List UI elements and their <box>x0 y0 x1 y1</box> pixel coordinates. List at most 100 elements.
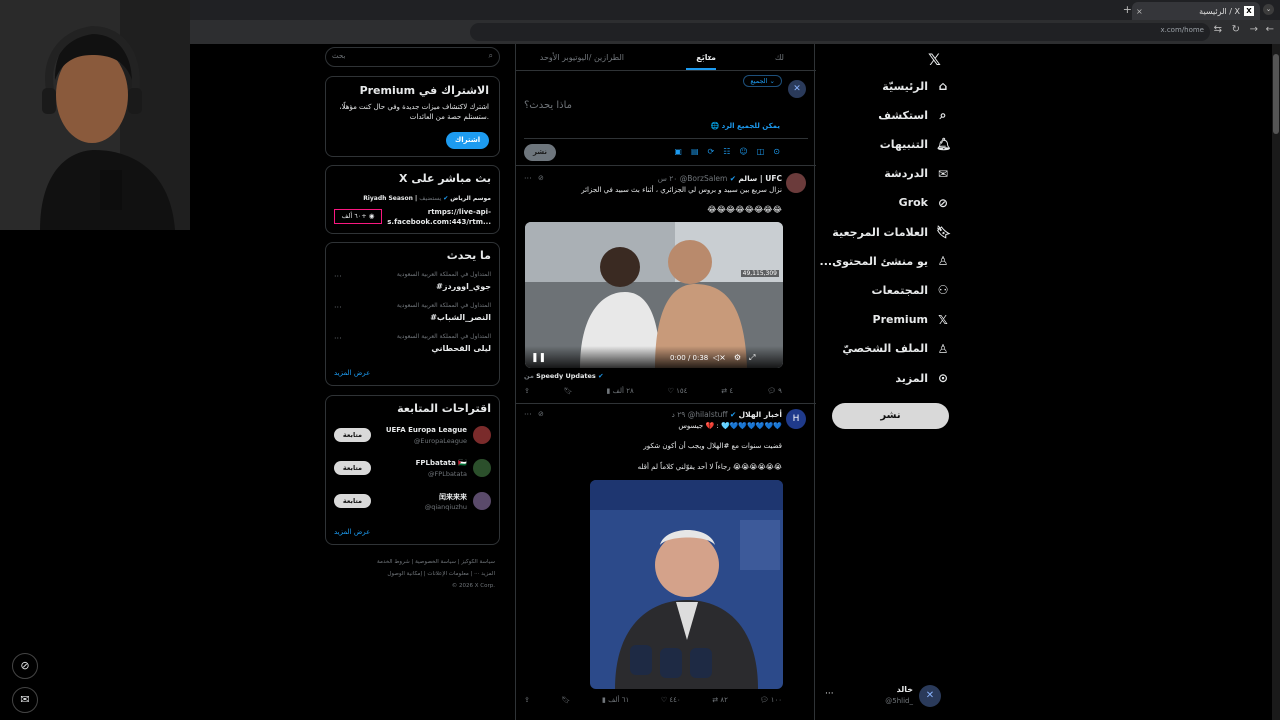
footer-link[interactable]: شروط الخدمة <box>377 559 410 565</box>
trend-more-icon[interactable]: ··· <box>334 272 342 281</box>
nav-item-bookmark[interactable]: العلامات المرجعية 🔖︎ <box>832 225 951 239</box>
compose-input[interactable]: ماذا يحدث؟ <box>524 100 572 111</box>
account-switcher[interactable]: ✕ خالد @5hlid_ ··· <box>825 683 947 711</box>
chevron-down-icon[interactable]: ⌄ <box>706 51 713 60</box>
x-logo-icon[interactable]: 𝕏 <box>928 50 941 69</box>
tweet-handle[interactable]: @hilalstuff <box>688 410 728 419</box>
follow-name[interactable]: FPLbatata 🇵🇸 <box>416 459 467 467</box>
like-button[interactable]: ♡ ١٥٤ <box>668 387 688 395</box>
repost-button[interactable]: ⇄ ٤ <box>721 387 733 395</box>
video-source[interactable]: من Speedy Updates ✔ <box>524 372 604 380</box>
tab-search-icon[interactable]: ⌄ <box>1263 4 1274 15</box>
pause-icon[interactable]: ❚❚ <box>531 353 546 363</box>
search-box[interactable]: ⌕ بحث <box>325 47 500 67</box>
site-settings-icon[interactable]: ⇆ <box>1214 24 1222 35</box>
follow-name[interactable]: UEFA Europa League <box>386 426 467 434</box>
follow-button[interactable]: متابعة <box>334 494 371 508</box>
nav-item-grok[interactable]: Grok ⊘ <box>899 196 950 210</box>
trends-show-more[interactable]: عرض المزيد <box>334 369 370 377</box>
gif-icon[interactable]: ▤ <box>691 147 699 156</box>
poll-icon[interactable]: ☷ <box>723 147 730 156</box>
footer-link[interactable]: سياسة الكوكيز <box>461 559 495 565</box>
scrollbar[interactable] <box>1272 44 1280 720</box>
tweet-video[interactable]: 49,115,309 ❚❚ 0:00 / 0:38 ◁× ⚙ ⤢ <box>525 222 783 368</box>
footer-link[interactable]: سياسة الخصوصية <box>415 559 456 565</box>
live-link[interactable]: rtmps://live-api-s.facebook.com:443/rtm.… <box>387 207 491 227</box>
trend-name[interactable]: #جوي_اووردز <box>436 282 491 291</box>
tweet-avatar[interactable]: H <box>786 409 806 429</box>
browser-tab[interactable]: × الرئيسية / X X <box>1132 2 1260 20</box>
trend-more-icon[interactable]: ··· <box>334 334 342 343</box>
bookmark-icon[interactable]: 🔖︎ <box>562 696 571 704</box>
tweet-image[interactable] <box>590 480 783 689</box>
like-button[interactable]: ♡ ٤٤٠ <box>661 696 681 704</box>
share-icon[interactable]: ⇪ <box>524 696 530 704</box>
footer-link[interactable]: المزيد ··· <box>474 571 495 577</box>
trend-name[interactable]: ليلى القحطاني <box>431 344 491 353</box>
nav-item-bell[interactable]: التنبيهات 🔔︎ <box>880 137 952 151</box>
nav-item-more-circle[interactable]: المزيد ⊙ <box>895 371 950 385</box>
tab-for-you[interactable]: لك <box>775 53 784 62</box>
reply-button[interactable]: 💬︎ ٩ <box>767 387 782 395</box>
more-dots-icon[interactable]: ··· <box>825 689 834 699</box>
forward-icon[interactable]: → <box>1250 24 1258 35</box>
more-dots-icon[interactable]: ··· <box>524 410 532 419</box>
follow-show-more[interactable]: عرض المزيد <box>334 528 370 536</box>
tweet-actions: ⇪ 🔖︎ ▮ ٦١ ألف ♡ ٤٤٠ ⇄ ٨٢ 💬︎ ١٠٠ <box>524 696 782 704</box>
audience-selector[interactable]: الجميع ⌄ <box>743 75 782 87</box>
location-icon[interactable]: ⊙ <box>773 147 780 156</box>
repost-button[interactable]: ⇄ ٨٢ <box>712 696 728 704</box>
fullscreen-icon[interactable]: ⤢ <box>749 353 755 363</box>
bookmark-icon[interactable]: 🔖︎ <box>564 387 573 395</box>
views-count[interactable]: ▮ ٢٨ ألف <box>607 387 634 395</box>
footer-link[interactable]: إمكانية الوصول <box>387 571 422 577</box>
search-input[interactable]: بحث <box>332 52 345 60</box>
views-count[interactable]: ▮ ٦١ ألف <box>602 696 629 704</box>
tweet-avatar[interactable] <box>786 173 806 193</box>
share-icon[interactable]: ⇪ <box>524 387 530 395</box>
trend-more-icon[interactable]: ··· <box>334 303 342 312</box>
grok-icon[interactable]: ⊘ <box>12 653 38 679</box>
emoji-icon[interactable]: ☺ <box>739 147 747 156</box>
reply-button[interactable]: 💬︎ ١٠٠ <box>760 696 782 704</box>
tab-list[interactable]: الطرازين /اليوتيوبر الأوحد <box>540 53 624 62</box>
subscribe-button[interactable]: اشتراك <box>446 132 489 149</box>
live-listener-count[interactable]: ٦٠ ألف+ ◉ <box>334 209 382 224</box>
tab-close-icon[interactable]: × <box>1136 7 1143 16</box>
tweet-handle[interactable]: @BorzSalem <box>680 174 728 183</box>
nav-item-profile[interactable]: الملف الشخصيّ ♙ <box>842 342 950 356</box>
nav-item-home[interactable]: الرئيسيّة ⌂ <box>882 79 950 93</box>
follow-name[interactable]: 闰来来来 <box>439 492 467 502</box>
compose-post-button[interactable]: نشر <box>524 144 556 161</box>
nav-item-communities[interactable]: المجتمعات ⚇ <box>872 283 950 297</box>
nav-item-search[interactable]: استكشف ⌕ <box>878 108 950 123</box>
back-icon[interactable]: ← <box>1266 24 1274 35</box>
mute-icon[interactable]: ◁× <box>713 353 726 363</box>
nav-item-mail[interactable]: الدردشة ✉ <box>884 167 950 181</box>
avatar[interactable] <box>473 492 491 510</box>
footer-link[interactable]: معلومات الإعلانات <box>427 571 468 577</box>
reply-setting[interactable]: 🌐 يمكن للجميع الرد <box>710 122 780 130</box>
post-button[interactable]: نشر <box>832 403 949 429</box>
grok-icon[interactable]: ⟳ <box>708 147 715 156</box>
avatar[interactable] <box>473 459 491 477</box>
grok-icon[interactable]: ⊘ <box>538 174 544 182</box>
image-icon[interactable]: ▣ <box>674 147 682 156</box>
mail-icon[interactable]: ✉ <box>12 687 38 713</box>
schedule-icon[interactable]: ◫ <box>757 147 765 156</box>
nav-item-x-logo[interactable]: Premium 𝕏 <box>873 313 950 327</box>
follow-button[interactable]: متابعة <box>334 428 371 442</box>
nav-item-creator[interactable]: ...يو منشئ المحتوى ♙ <box>820 254 950 268</box>
reload-icon[interactable]: ↻ <box>1232 24 1240 35</box>
settings-icon[interactable]: ⚙ <box>734 353 741 363</box>
follow-button[interactable]: متابعة <box>334 461 371 475</box>
avatar[interactable] <box>473 426 491 444</box>
more-dots-icon[interactable]: ··· <box>524 174 532 183</box>
scrollbar-thumb[interactable] <box>1273 54 1279 134</box>
tweet-author[interactable]: أخبار الهلال <box>739 410 782 419</box>
address-bar[interactable]: x.com/home <box>470 23 1210 41</box>
new-tab-button[interactable]: + <box>1123 3 1132 16</box>
grok-icon[interactable]: ⊘ <box>538 410 544 418</box>
tweet-author[interactable]: سالم | UFC <box>738 174 782 183</box>
trend-name[interactable]: #النصر_الشباب <box>430 313 491 322</box>
